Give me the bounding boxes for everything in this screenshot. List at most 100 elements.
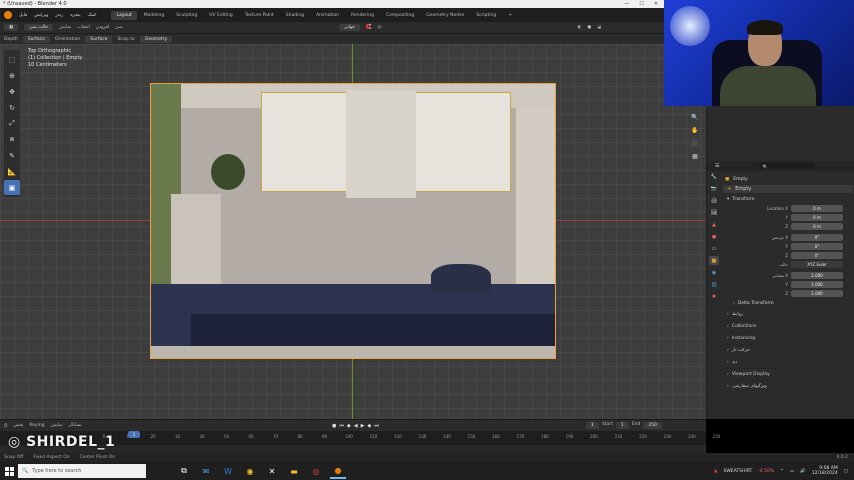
menu-view[interactable]: نمایش — [59, 25, 71, 30]
object-name[interactable]: Empty — [733, 177, 748, 182]
word-icon[interactable]: W — [220, 463, 236, 479]
tab-uv-editing[interactable]: UV Editing — [204, 11, 237, 20]
rotation-mode-dropdown[interactable]: XYZ Euler — [791, 261, 843, 268]
scale-tool-icon[interactable]: ⤢ — [4, 116, 20, 131]
play-icon[interactable]: ▶ — [361, 423, 365, 429]
tool-tab-icon[interactable]: 🔧 — [709, 172, 719, 181]
location-z-field[interactable]: 0 m — [791, 223, 843, 230]
cursor-tool-icon[interactable]: ⊕ — [4, 68, 20, 83]
jump-end-icon[interactable]: ⏭ — [374, 423, 379, 429]
tab-animation[interactable]: Animation — [311, 11, 344, 20]
transform-section-header[interactable]: ▾ Transform — [723, 194, 853, 204]
tab-texture-paint[interactable]: Texture Paint — [240, 11, 279, 20]
notifications-icon[interactable]: ▢ — [844, 469, 848, 474]
menu-select[interactable]: انتخاب — [77, 25, 89, 30]
menu-render[interactable]: رندر — [55, 13, 63, 18]
grid-view-icon[interactable]: ▦ — [690, 151, 700, 161]
volume-icon[interactable]: 🔊 — [800, 469, 806, 474]
world-tab-icon[interactable]: ● — [709, 232, 719, 241]
tab-rendering[interactable]: Rendering — [346, 11, 379, 20]
next-keyframe-icon[interactable]: ◆ — [367, 423, 371, 429]
proportional-edit-icon[interactable]: ◎ — [378, 25, 382, 30]
file-explorer-icon[interactable]: ▬ — [286, 463, 302, 479]
rotation-x-field[interactable]: 0° — [791, 234, 843, 241]
editor-type-dropdown[interactable]: ▦ — [4, 24, 19, 31]
blender-taskbar-icon[interactable]: ● — [330, 463, 346, 479]
collections-section[interactable]: › Collections — [723, 320, 853, 332]
menu-keying[interactable]: Keying — [29, 423, 44, 428]
instancing-section[interactable]: › Instancing — [723, 332, 853, 344]
physics-tab-icon[interactable]: ◉ — [709, 268, 719, 277]
object-data-name-field[interactable]: ✛ Empty — [723, 185, 853, 193]
mode-dropdown[interactable]: حالت شئ — [24, 24, 54, 31]
tab-layout[interactable]: Layout — [111, 10, 137, 20]
maximize-button[interactable]: ☐ — [639, 1, 643, 7]
output-tab-icon[interactable]: 🖨 — [709, 196, 719, 205]
prev-keyframe-icon[interactable]: ◆ — [347, 423, 351, 429]
capcut-icon[interactable]: ✕ — [264, 463, 280, 479]
timeline-editor-icon[interactable]: ⏱ — [4, 423, 8, 429]
blender-logo-icon[interactable] — [4, 11, 12, 19]
menu-marker[interactable]: نشانگر — [69, 423, 82, 428]
visibility-section[interactable]: › دید — [723, 356, 853, 368]
minimize-button[interactable]: — — [624, 1, 629, 7]
transform-tool-icon[interactable]: ⧈ — [4, 132, 20, 147]
task-view-icon[interactable]: ⧉ — [176, 463, 192, 479]
add-workspace-button[interactable]: + — [503, 11, 517, 20]
object-tab-icon[interactable]: ■ — [709, 256, 719, 265]
shading-material-icon[interactable]: ◒ — [597, 25, 601, 30]
scale-x-field[interactable]: 1.000 — [791, 272, 843, 279]
measure-tool-icon[interactable]: 📐 — [4, 164, 20, 179]
location-x-field[interactable]: 0 m — [791, 205, 843, 212]
menu-help[interactable]: کمک — [88, 13, 97, 18]
location-y-field[interactable]: 0 m — [791, 214, 843, 221]
chevron-up-icon[interactable]: ^ — [780, 469, 784, 474]
move-tool-icon[interactable]: ✥ — [4, 84, 20, 99]
view-layer-tab-icon[interactable]: 🖼 — [709, 208, 719, 217]
clock[interactable]: 9:08 AM 12/18/2024 — [812, 466, 838, 476]
delta-transform-section[interactable]: › Delta Transform — [723, 298, 853, 308]
network-icon[interactable]: ▭ — [790, 469, 794, 474]
scene-tab-icon[interactable]: ▲ — [709, 220, 719, 229]
snap-to-dropdown[interactable]: Geometry — [139, 35, 173, 43]
data-tab-icon[interactable]: ✱ — [709, 292, 719, 301]
start-frame-field[interactable]: 1 — [615, 422, 629, 429]
tab-sculpting[interactable]: Sculpting — [171, 11, 202, 20]
annotate-tool-icon[interactable]: ✎ — [4, 148, 20, 163]
tab-geometry-nodes[interactable]: Geometry Nodes — [421, 11, 469, 20]
constraints-tab-icon[interactable]: ⛓ — [709, 280, 719, 289]
3d-viewport[interactable]: Top Orthographic (1) Collection | Empty … — [0, 44, 706, 419]
depth-dropdown[interactable]: Surface — [22, 35, 50, 43]
overlays-icon[interactable]: ◐ — [577, 25, 581, 30]
tab-scripting[interactable]: Scripting — [471, 11, 501, 20]
camera-view-icon[interactable]: 🎥 — [690, 138, 700, 148]
shading-solid-icon[interactable]: ● — [587, 25, 591, 30]
end-frame-field[interactable]: 250 — [643, 422, 662, 429]
start-button[interactable] — [0, 462, 18, 480]
tab-modeling[interactable]: Modeling — [139, 11, 169, 20]
record-icon[interactable]: ● — [332, 423, 336, 429]
properties-search-input[interactable]: 🔍 — [759, 163, 816, 169]
menu-add[interactable]: افزودن — [96, 25, 109, 30]
menu-edit[interactable]: ویرایش — [34, 13, 48, 18]
menu-object[interactable]: شئ — [115, 25, 123, 30]
jump-start-icon[interactable]: ⏮ — [339, 423, 344, 429]
motion-blur-section[interactable]: › حرکت تار — [723, 344, 853, 356]
rotation-y-field[interactable]: 0° — [791, 243, 843, 250]
tab-compositing[interactable]: Compositing — [381, 11, 419, 20]
pan-hand-icon[interactable]: ✋ — [690, 125, 700, 135]
snap-icon[interactable]: 🧲 — [366, 25, 372, 30]
select-box-tool-icon[interactable]: ⬚ — [4, 52, 20, 67]
mail-icon[interactable]: ✉ — [198, 463, 214, 479]
scale-y-field[interactable]: 1.000 — [791, 281, 843, 288]
play-reverse-icon[interactable]: ◀ — [354, 423, 358, 429]
properties-editor-icon[interactable]: ☰ — [715, 163, 719, 169]
viewport-display-section[interactable]: › Viewport Display — [723, 368, 853, 380]
obs-icon[interactable]: ◎ — [308, 463, 324, 479]
tab-shading[interactable]: Shading — [281, 11, 309, 20]
menu-playback[interactable]: پخش — [14, 423, 24, 428]
taskbar-search-input[interactable]: 🔍 Type here to search — [18, 464, 146, 478]
menu-timeline-view[interactable]: نمایش — [51, 423, 63, 428]
transform-orientation-dropdown[interactable]: جهانی — [338, 24, 360, 31]
zoom-icon[interactable]: 🔍 — [690, 112, 700, 122]
